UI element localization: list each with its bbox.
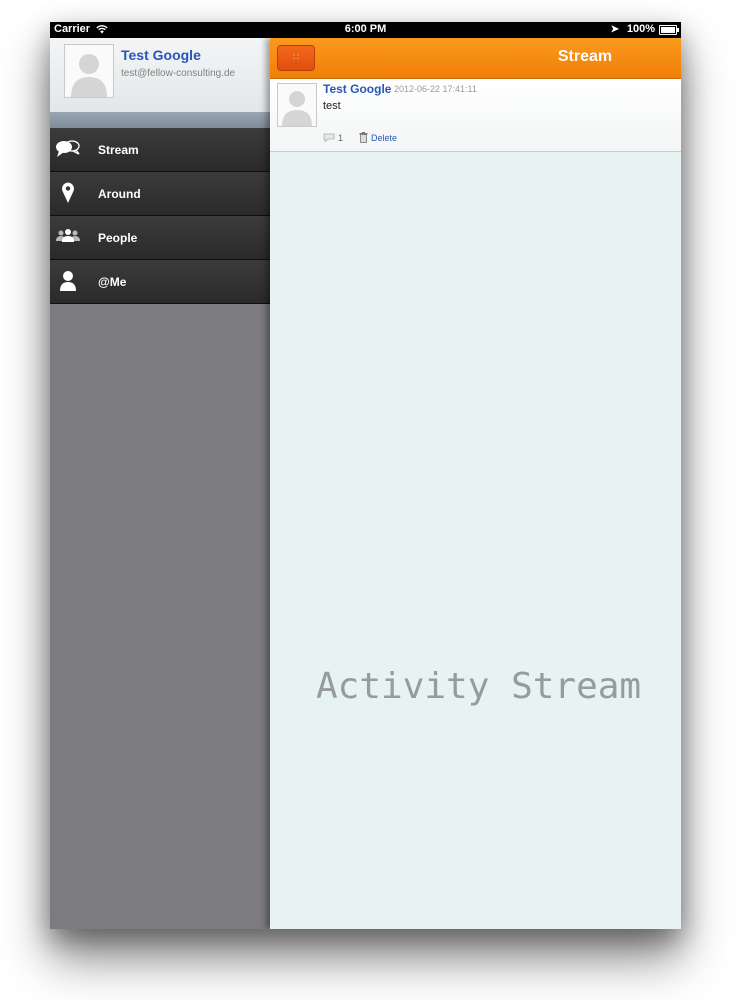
location-arrow-icon: ➤ xyxy=(610,24,619,35)
profile-name[interactable]: Test Google xyxy=(121,47,201,63)
map-pin-icon xyxy=(55,182,81,204)
comment-count[interactable]: 1 xyxy=(338,133,343,143)
list-item[interactable]: Test Google 2012-06-22 17:41:11 test 1 D… xyxy=(270,79,681,152)
sidebar-divider xyxy=(50,112,270,128)
sidebar-menu: Stream Around People @Me xyxy=(50,128,270,304)
battery-percent: 100% xyxy=(626,23,655,35)
sidebar-item-people[interactable]: People xyxy=(50,216,270,260)
sidebar-item-label: People xyxy=(98,231,138,245)
menu-button[interactable]: ∷ xyxy=(277,45,315,71)
profile-header[interactable]: Test Google test@fellow-consulting.de xyxy=(50,38,270,112)
post-timestamp: 2012-06-22 17:41:11 xyxy=(394,84,477,94)
clock: 6:00 PM xyxy=(344,23,387,35)
sidebar-item-stream[interactable]: Stream xyxy=(50,128,270,172)
sidebar-item-me[interactable]: @Me xyxy=(50,260,270,304)
sidebar-item-label: Around xyxy=(98,187,141,201)
profile-email: test@fellow-consulting.de xyxy=(121,68,236,79)
trash-icon[interactable] xyxy=(359,132,368,143)
speech-bubbles-icon xyxy=(55,138,81,160)
people-icon xyxy=(55,226,81,248)
sidebar: Test Google test@fellow-consulting.de St… xyxy=(50,38,270,929)
battery-fill xyxy=(661,27,675,33)
post-text: test xyxy=(323,100,341,112)
comment-icon[interactable] xyxy=(323,133,335,143)
battery-icon xyxy=(659,25,679,35)
activity-stream-watermark: Activity Stream xyxy=(316,666,642,707)
sidebar-item-label: Stream xyxy=(98,143,139,157)
sidebar-item-around[interactable]: Around xyxy=(50,172,270,216)
grid-icon: ∷ xyxy=(293,52,299,62)
person-icon xyxy=(55,270,81,292)
status-bar: Carrier 6:00 PM ➤ 100% xyxy=(50,22,681,38)
stream-pane: ∷ Stream Test Google 2012-06-22 17:41:11… xyxy=(270,38,681,929)
delete-link[interactable]: Delete xyxy=(371,133,397,143)
default-avatar-icon xyxy=(64,44,114,98)
page-title: Stream xyxy=(557,48,613,65)
post-author[interactable]: Test Google xyxy=(323,82,391,96)
sidebar-empty-area xyxy=(50,304,270,929)
nav-bar: ∷ Stream xyxy=(270,38,681,79)
default-avatar-icon xyxy=(277,83,317,127)
ipad-screen: Carrier 6:00 PM ➤ 100% Test Google test@… xyxy=(50,22,681,929)
sidebar-item-label: @Me xyxy=(98,275,127,289)
